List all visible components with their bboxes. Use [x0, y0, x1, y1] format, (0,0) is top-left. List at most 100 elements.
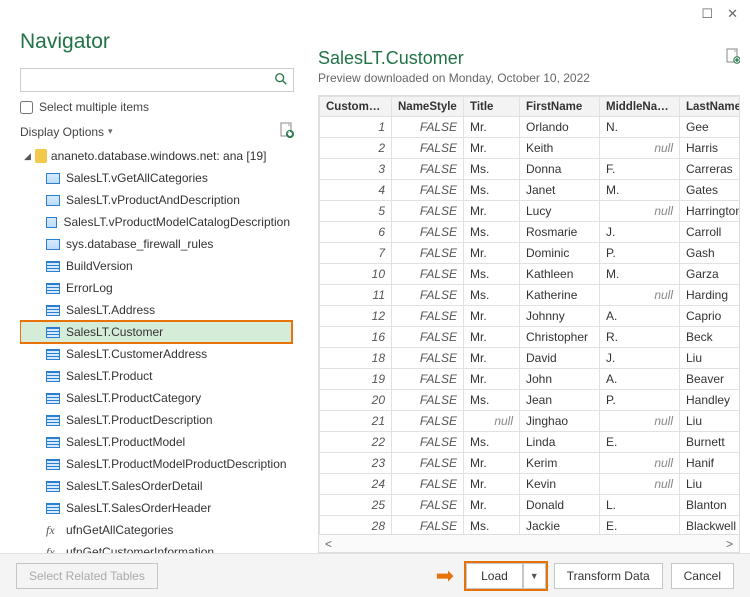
cell: 23 — [320, 453, 392, 474]
table-row[interactable]: 24FALSEMr.KevinnullLiu — [320, 474, 740, 495]
cell: F. — [600, 159, 680, 180]
tree-item[interactable]: SalesLT.ProductCategory — [20, 387, 292, 409]
cell: A. — [600, 369, 680, 390]
navigator-title: Navigator — [20, 30, 294, 54]
column-header[interactable]: MiddleName — [600, 97, 680, 117]
tree-item[interactable]: SalesLT.vProductModelCatalogDescription — [20, 211, 292, 233]
column-header[interactable]: NameStyle — [392, 97, 464, 117]
window-minimize-icon[interactable]: ☐ — [701, 6, 713, 22]
select-multiple-label: Select multiple items — [39, 100, 149, 114]
cell: FALSE — [392, 306, 464, 327]
tree-item-label: SalesLT.SalesOrderDetail — [66, 479, 203, 493]
table-row[interactable]: 21FALSEnullJinghaonullLiu — [320, 411, 740, 432]
tree-item[interactable]: SalesLT.SalesOrderHeader — [20, 497, 292, 519]
tree-item-label: SalesLT.Product — [66, 369, 153, 383]
tree-item[interactable]: SalesLT.vGetAllCategories — [20, 167, 292, 189]
column-header[interactable]: Title — [464, 97, 520, 117]
add-column-icon[interactable] — [726, 48, 740, 67]
table-icon — [46, 459, 60, 470]
tree-item[interactable]: BuildVersion — [20, 255, 292, 277]
cell: FALSE — [392, 180, 464, 201]
tree-item[interactable]: ErrorLog — [20, 277, 292, 299]
window-close-icon[interactable]: ✕ — [727, 6, 738, 22]
select-multiple-row[interactable]: Select multiple items — [20, 100, 294, 114]
tree-item[interactable]: SalesLT.Customer — [20, 321, 292, 343]
table-row[interactable]: 16FALSEMr.ChristopherR.Beck — [320, 327, 740, 348]
preview-grid: CustomerIDNameStyleTitleFirstNameMiddleN… — [319, 96, 739, 534]
cell: null — [600, 453, 680, 474]
display-options-label: Display Options — [20, 125, 104, 139]
view-icon — [46, 239, 60, 250]
tree-item-label: SalesLT.vProductAndDescription — [66, 193, 240, 207]
cell: FALSE — [392, 369, 464, 390]
table-row[interactable]: 7FALSEMr.DominicP.Gash — [320, 243, 740, 264]
cell: Carroll — [680, 222, 740, 243]
tree-item[interactable]: SalesLT.ProductDescription — [20, 409, 292, 431]
tree-item-label: ufnGetCustomerInformation — [66, 545, 214, 553]
refresh-icon[interactable] — [280, 122, 294, 141]
scroll-right-icon[interactable]: > — [726, 537, 733, 551]
table-row[interactable]: 19FALSEMr.JohnA.Beaver — [320, 369, 740, 390]
table-row[interactable]: 6FALSEMs.RosmarieJ.Carroll — [320, 222, 740, 243]
collapse-icon[interactable]: ◢ — [24, 151, 31, 162]
select-multiple-checkbox[interactable] — [20, 101, 33, 114]
cell: FALSE — [392, 411, 464, 432]
cancel-button[interactable]: Cancel — [671, 563, 734, 589]
table-row[interactable]: 25FALSEMr.DonaldL.Blanton — [320, 495, 740, 516]
load-split-button[interactable]: Load ▼ — [466, 563, 546, 589]
search-icon[interactable] — [269, 72, 293, 89]
cell: 28 — [320, 516, 392, 535]
column-header[interactable]: CustomerID — [320, 97, 392, 117]
cell: FALSE — [392, 117, 464, 138]
tree-item[interactable]: fxufnGetCustomerInformation — [20, 541, 292, 553]
tree-item[interactable]: SalesLT.Product — [20, 365, 292, 387]
table-row[interactable]: 5FALSEMr.LucynullHarrington — [320, 201, 740, 222]
tree-item[interactable]: SalesLT.SalesOrderDetail — [20, 475, 292, 497]
tree-item[interactable]: sys.database_firewall_rules — [20, 233, 292, 255]
tree-item[interactable]: SalesLT.vProductAndDescription — [20, 189, 292, 211]
cell: FALSE — [392, 432, 464, 453]
table-icon — [46, 305, 60, 316]
column-header[interactable]: LastName — [680, 97, 740, 117]
table-row[interactable]: 22FALSEMs.LindaE.Burnett — [320, 432, 740, 453]
cell: Linda — [520, 432, 600, 453]
tree-item[interactable]: SalesLT.CustomerAddress — [20, 343, 292, 365]
cell: J. — [600, 222, 680, 243]
table-row[interactable]: 1FALSEMr.OrlandoN.Gee — [320, 117, 740, 138]
select-related-tables-button[interactable]: Select Related Tables — [16, 563, 158, 589]
display-options-dropdown[interactable]: Display Options ▾ — [20, 125, 113, 139]
search-input-wrap[interactable] — [20, 68, 294, 92]
tree-item-label: SalesLT.SalesOrderHeader — [66, 501, 211, 515]
tree-database-node[interactable]: ◢ ananeto.database.windows.net: ana [19] — [20, 145, 292, 167]
table-row[interactable]: 20FALSEMs.JeanP.Handley — [320, 390, 740, 411]
tree-item[interactable]: SalesLT.ProductModelProductDescription — [20, 453, 292, 475]
cell: E. — [600, 516, 680, 535]
table-row[interactable]: 23FALSEMr.KerimnullHanif — [320, 453, 740, 474]
table-row[interactable]: 2FALSEMr.KeithnullHarris — [320, 138, 740, 159]
cell: Mr. — [464, 327, 520, 348]
tree-item[interactable]: fxufnGetAllCategories — [20, 519, 292, 541]
table-row[interactable]: 10FALSEMs.KathleenM.Garza — [320, 264, 740, 285]
column-header[interactable]: FirstName — [520, 97, 600, 117]
cell: Mr. — [464, 201, 520, 222]
horizontal-scrollbar[interactable]: < > — [318, 535, 740, 553]
tree-item[interactable]: SalesLT.ProductModel — [20, 431, 292, 453]
cell: A. — [600, 306, 680, 327]
table-row[interactable]: 28FALSEMs.JackieE.Blackwell — [320, 516, 740, 535]
table-row[interactable]: 18FALSEMr.DavidJ.Liu — [320, 348, 740, 369]
cell: Harrington — [680, 201, 740, 222]
cell: David — [520, 348, 600, 369]
scroll-left-icon[interactable]: < — [325, 537, 332, 551]
table-row[interactable]: 4FALSEMs.JanetM.Gates — [320, 180, 740, 201]
tree-item[interactable]: SalesLT.Address — [20, 299, 292, 321]
cell: John — [520, 369, 600, 390]
cell: Liu — [680, 411, 740, 432]
table-row[interactable]: 12FALSEMr.JohnnyA.Caprio — [320, 306, 740, 327]
transform-data-button[interactable]: Transform Data — [554, 563, 663, 589]
load-dropdown-button[interactable]: ▼ — [523, 563, 546, 589]
table-row[interactable]: 3FALSEMs.DonnaF.Carreras — [320, 159, 740, 180]
load-button[interactable]: Load — [466, 563, 523, 589]
table-row[interactable]: 11FALSEMs.KatherinenullHarding — [320, 285, 740, 306]
search-input[interactable] — [21, 69, 269, 91]
table-icon — [46, 415, 60, 426]
